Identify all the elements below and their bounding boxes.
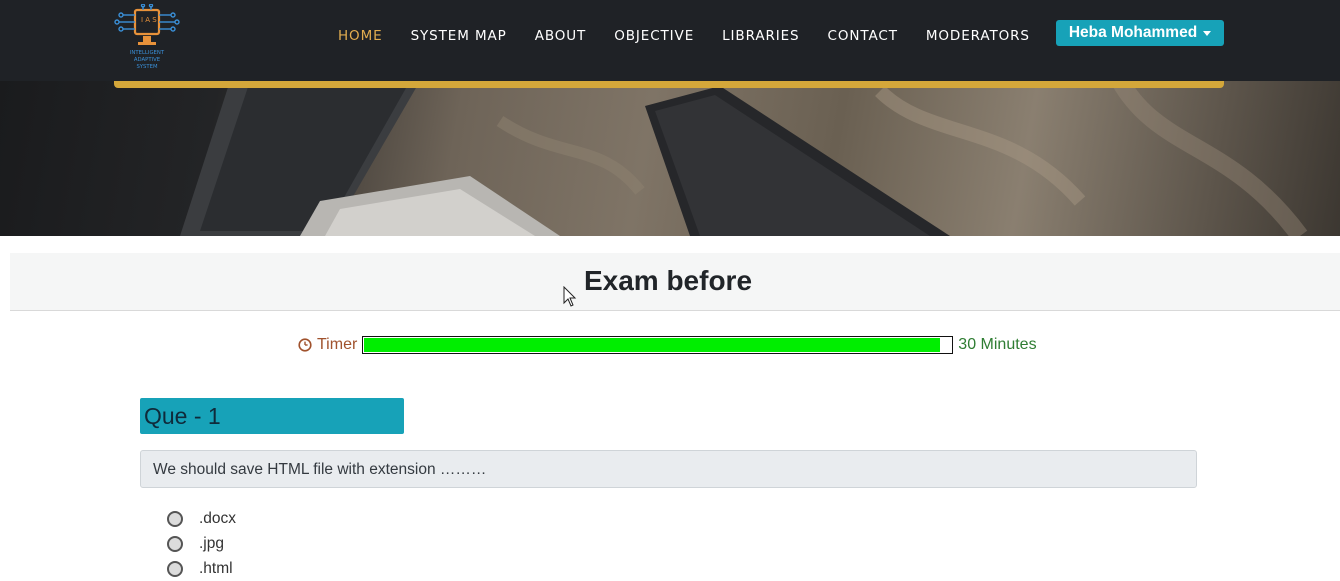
accent-bar	[114, 81, 1224, 88]
caret-down-icon	[1203, 30, 1212, 36]
option-radio[interactable]	[167, 510, 183, 527]
answer-options: .docx .jpg .html	[167, 506, 236, 581]
nav-moderators[interactable]: MODERATORS	[926, 28, 1030, 44]
option-jpg[interactable]: .jpg	[167, 531, 236, 556]
timer-progress-bar	[362, 336, 954, 354]
timer-progress-fill	[364, 338, 940, 352]
option-html[interactable]: .html	[167, 556, 236, 581]
hero-banner	[0, 81, 1340, 236]
question-text: We should save HTML file with extension …	[140, 450, 1197, 488]
user-name: Heba Mohammed	[1068, 24, 1198, 41]
nav-system-map[interactable]: SYSTEM MAP	[411, 28, 507, 44]
nav-about[interactable]: ABOUT	[535, 28, 587, 44]
option-label: .jpg	[199, 534, 224, 552]
logo-letters: I A S	[141, 16, 157, 24]
nav-objective[interactable]: OBJECTIVE	[614, 28, 694, 44]
option-radio[interactable]	[167, 560, 183, 577]
site-logo[interactable]: I A S INTELLIGENT ADAPTIVE SYSTEM	[113, 4, 181, 72]
exam-timer: Timer 30 Minutes	[298, 335, 1037, 355]
nav-libraries[interactable]: LIBRARIES	[722, 28, 799, 44]
main-nav: HOME SYSTEM MAP ABOUT OBJECTIVE LIBRARIE…	[324, 28, 1044, 44]
user-menu-button[interactable]: Heba Mohammed	[1056, 20, 1224, 46]
question-number-badge: Que - 1	[140, 398, 404, 434]
hero-image	[180, 81, 1308, 236]
cursor-icon	[563, 286, 577, 307]
option-docx[interactable]: .docx	[167, 506, 236, 531]
logo-text-line1: INTELLIGENT	[130, 50, 165, 56]
logo-text-line2: ADAPTIVE	[134, 57, 161, 63]
option-label: .html	[199, 559, 233, 577]
timer-remaining: 30 Minutes	[958, 336, 1037, 353]
option-label: .docx	[199, 509, 237, 527]
timer-label: Timer	[317, 336, 358, 353]
option-radio[interactable]	[167, 535, 183, 552]
logo-icon: I A S INTELLIGENT ADAPTIVE SYSTEM	[114, 4, 180, 70]
logo-text-line3: SYSTEM	[136, 64, 158, 70]
exam-header: Exam before	[10, 253, 1340, 311]
exam-title: Exam before	[583, 265, 753, 296]
top-navbar: I A S INTELLIGENT ADAPTIVE SYSTEM HOME S…	[0, 0, 1340, 81]
clock-icon	[298, 338, 312, 352]
nav-contact[interactable]: CONTACT	[828, 28, 898, 44]
nav-home[interactable]: HOME	[338, 28, 383, 44]
